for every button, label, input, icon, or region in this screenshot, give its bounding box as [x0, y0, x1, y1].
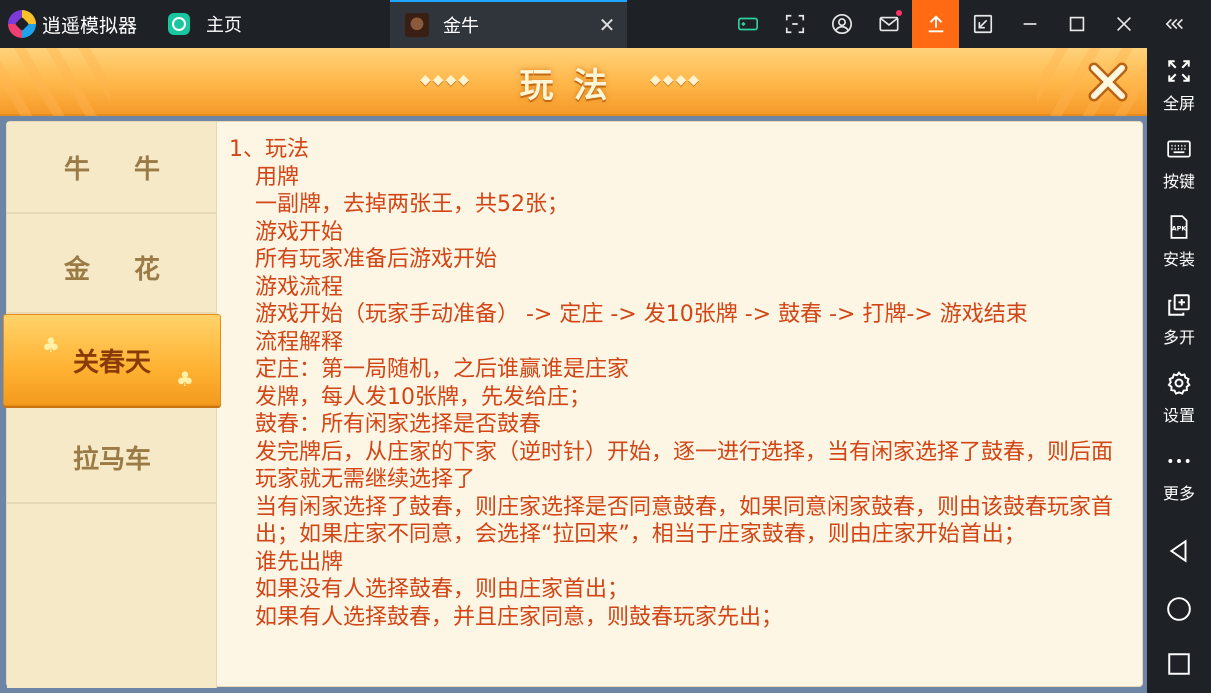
app-brand: 逍遥模拟器 — [0, 0, 160, 48]
rules-line: 如果有人选择鼓春，并且庄家同意，则鼓春玩家先出； — [255, 604, 784, 630]
rules-line: 游戏开始（玩家手动准备） -> 定庄 -> 发10张牌 -> 鼓春 -> 打牌-… — [255, 302, 1028, 327]
android-recent-button[interactable] — [1147, 651, 1211, 677]
rules-line: 所有玩家准备后游戏开始 — [255, 247, 498, 272]
upload-icon[interactable] — [912, 0, 959, 48]
sidebar-item-keymap[interactable]: 按键 — [1147, 136, 1211, 192]
sidebar-label: 多开 — [1162, 328, 1195, 347]
mail-icon[interactable] — [865, 0, 912, 48]
rules-line: 谁先出牌 — [255, 549, 344, 575]
rules-line: 鼓春：所有闲家选择是否鼓春 — [255, 412, 542, 437]
android-home-button[interactable] — [1147, 596, 1211, 622]
rules-line: 用牌 — [255, 164, 300, 190]
clover-icon: ♣ — [42, 333, 60, 357]
android-back-button[interactable] — [1147, 538, 1211, 564]
close-icon — [1088, 62, 1128, 102]
recent-square-icon — [1168, 653, 1190, 675]
game-tab-label: 金牛 — [443, 16, 479, 37]
home-circle-icon — [1167, 597, 1191, 621]
minimize-icon[interactable] — [1006, 0, 1053, 48]
rules-heading: 1、玩法 — [229, 137, 309, 162]
close-panel-button[interactable] — [1082, 56, 1134, 108]
tab-lamache[interactable]: 拉马车 — [7, 412, 217, 504]
gear-icon — [1167, 371, 1191, 395]
keyboard-icon — [1167, 140, 1191, 158]
screenshot-icon[interactable] — [771, 0, 818, 48]
rules-line: 游戏开始 — [255, 219, 344, 245]
game-tab-icon — [405, 13, 429, 37]
window-resize-icon[interactable] — [959, 0, 1006, 48]
fullscreen-icon — [1168, 60, 1190, 82]
close-tab-icon[interactable]: ✕ — [587, 13, 627, 37]
gamepad-icon[interactable] — [724, 0, 771, 48]
sidebar-item-multi[interactable]: 多开 — [1147, 292, 1211, 348]
multi-instance-icon — [1168, 294, 1190, 316]
sidebar-label: 更多 — [1162, 484, 1195, 503]
tab-jinhua[interactable]: 金花 — [7, 222, 217, 314]
rules-panel-header: ◆◆◆◆ 玩法 ◆◆◆◆ — [0, 48, 1147, 116]
rules-line: 一副牌，去掉两张王，共52张； — [255, 192, 569, 217]
tab-game[interactable]: 金牛 ✕ — [390, 0, 627, 48]
sidebar-item-fullscreen[interactable]: 全屏 — [1147, 58, 1211, 114]
tab-label-active: 关春天 — [72, 347, 151, 378]
svg-text:APK: APK — [1172, 224, 1188, 232]
more-icon — [1168, 459, 1190, 463]
rules-line: 发完牌后，从庄家的下家（逆时针）开始，逐一进行选择，当有闲家选择了鼓春，则后面玩… — [255, 439, 1114, 493]
memu-logo-icon — [8, 10, 36, 38]
rules-line: 当有闲家选择了鼓春，则庄家选择是否同意鼓春，如果同意闲家鼓春，则由该鼓春玩家首出… — [255, 494, 1114, 548]
rules-line: 如果没有人选择鼓春，则由庄家首出； — [255, 577, 630, 602]
emulator-sidebar: 全屏 按键 APK 安装 多开 设置 更多 — [1147, 48, 1211, 693]
panel-title: 玩法 — [519, 66, 628, 106]
app-name: 逍遥模拟器 — [42, 14, 138, 37]
rules-panel-body: 牛牛 金花 ♣ ♣ 关春天 拉马车 1、玩法 用牌 一副牌，去掉两张王，共52张；游… — [3, 121, 1143, 688]
rules-line: 定庄：第一局随机，之后谁赢谁是庄家 — [255, 357, 630, 382]
rules-text-scroll[interactable]: 1、玩法 用牌 一副牌，去掉两张王，共52张； 游戏开始 所有玩家准备后游戏开始 游戏流程… — [229, 136, 1134, 672]
clover-icon: ♣ — [176, 367, 194, 391]
tab-guanchuntian[interactable]: ♣ ♣ 关春天 — [3, 314, 221, 406]
sidebar-label: 按键 — [1162, 172, 1195, 191]
account-icon[interactable] — [818, 0, 865, 48]
sidebar-item-install[interactable]: APK 安装 — [1147, 214, 1211, 270]
collapse-sidebar-icon[interactable] — [1147, 0, 1203, 48]
sidebar-item-settings[interactable]: 设置 — [1147, 370, 1211, 426]
tab-home[interactable]: 主页 — [160, 0, 388, 48]
rules-line: 流程解释 — [255, 329, 344, 355]
apk-icon: APK — [1170, 215, 1188, 239]
title-diamonds-right: ◆◆◆◆ — [650, 72, 702, 88]
rules-tab-list: 牛牛 金花 ♣ ♣ 关春天 拉马车 — [3, 122, 221, 688]
maximize-icon[interactable] — [1053, 0, 1100, 48]
game-viewport: ◆◆◆◆ 玩法 ◆◆◆◆ 牛牛 金花 ♣ ♣ 关春天 拉马车 1、玩法 用牌 一副牌… — [0, 48, 1147, 693]
sidebar-label: 设置 — [1162, 406, 1195, 425]
rules-line: 游戏流程 — [255, 274, 344, 300]
sidebar-label: 安装 — [1162, 250, 1195, 269]
title-bar: 逍遥模拟器 主页 金牛 ✕ — [0, 0, 1211, 48]
rules-line: 发牌，每人发10张牌，先发给庄； — [255, 384, 591, 410]
tab-niuniu[interactable]: 牛牛 — [7, 122, 217, 214]
home-tab-label: 主页 — [206, 15, 242, 36]
close-window-icon[interactable] — [1100, 0, 1147, 48]
sidebar-label: 全屏 — [1162, 94, 1195, 113]
back-icon — [1169, 539, 1187, 563]
scroll-fade — [229, 666, 1134, 686]
sidebar-item-more[interactable]: 更多 — [1147, 448, 1211, 504]
home-tab-icon — [168, 13, 190, 35]
notification-dot — [896, 10, 902, 16]
